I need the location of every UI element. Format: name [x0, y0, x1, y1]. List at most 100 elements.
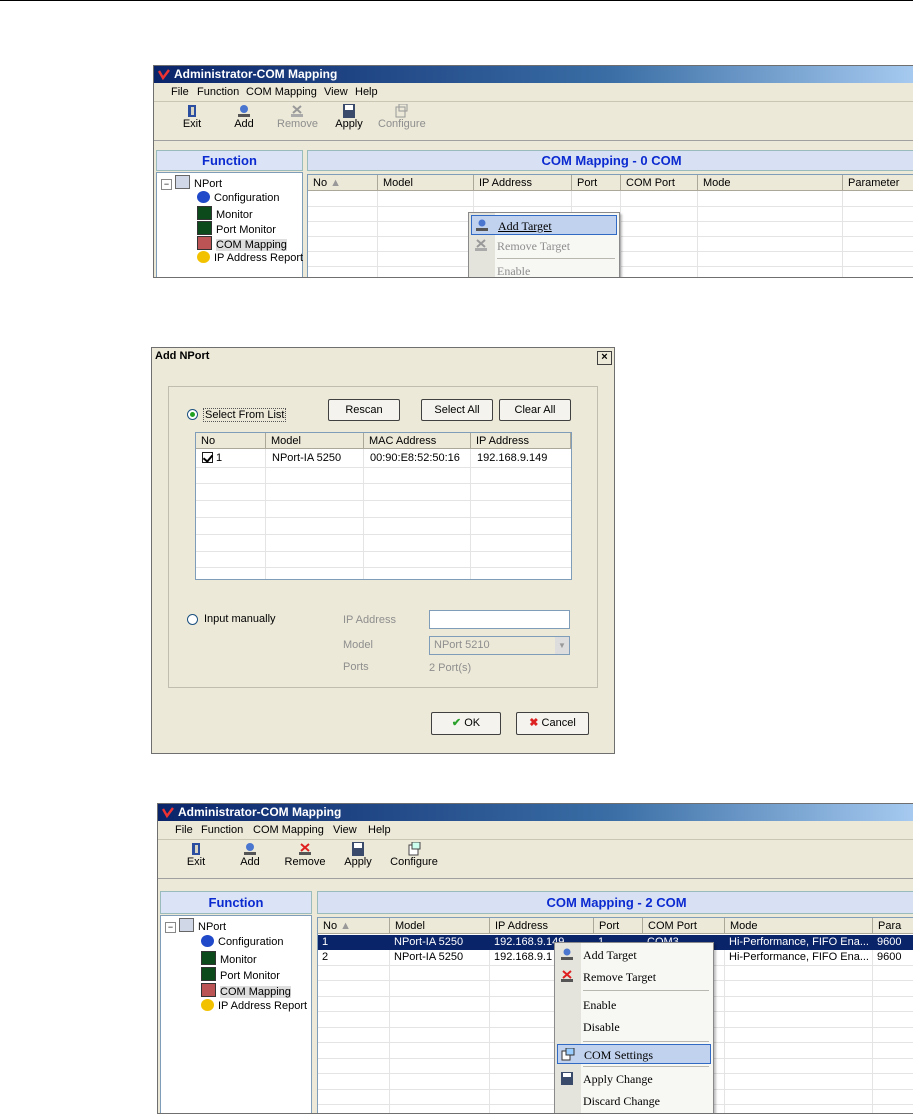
input-manually-radio[interactable]	[187, 614, 198, 625]
page-top-rule	[0, 0, 913, 1]
menu-view[interactable]: View	[324, 86, 348, 98]
column-header-model[interactable]: Model	[390, 918, 490, 934]
ok-button[interactable]: ✔ OK	[431, 712, 501, 735]
select-from-list-radio[interactable]	[187, 409, 198, 420]
input-manually-label[interactable]: Input manually	[204, 613, 276, 625]
tree-root-nport[interactable]: − NPort	[161, 175, 222, 190]
column-header-port[interactable]: Port	[572, 175, 621, 191]
tree-item-monitor[interactable]: Monitor	[201, 951, 257, 966]
remove-button[interactable]: Remove	[284, 842, 326, 868]
column-header-ip-address[interactable]: IP Address	[471, 433, 571, 449]
collapse-icon[interactable]: −	[165, 922, 176, 933]
context-com-settings[interactable]: COM Settings	[557, 1044, 711, 1064]
column-header-port[interactable]: Port	[594, 918, 643, 934]
menu-com-mapping[interactable]: COM Mapping	[253, 824, 324, 836]
row-model: NPort-IA 5250	[394, 936, 464, 948]
exit-button[interactable]: Exit	[184, 842, 208, 868]
save-disk-icon	[561, 1072, 573, 1085]
menu-bar: File Function COM Mapping View Help	[158, 821, 913, 840]
context-enable[interactable]: Enable	[557, 995, 711, 1015]
add-target-icon	[476, 219, 488, 231]
row-checkbox-cell[interactable]: 1	[198, 451, 266, 466]
function-tree: − NPort Configuration Monitor Port Monito…	[156, 172, 303, 277]
column-header-model[interactable]: Model	[266, 433, 364, 449]
column-header-com-port[interactable]: COM Port	[621, 175, 698, 191]
tree-item-ip-address-report[interactable]: IP Address Report	[197, 251, 303, 264]
row-mode: Hi-Performance, FIFO Ena...	[729, 951, 869, 963]
add-button[interactable]: Add	[232, 104, 256, 130]
column-header-mode[interactable]: Mode	[725, 918, 873, 934]
collapse-icon[interactable]: −	[161, 179, 172, 190]
row-checkbox[interactable]	[202, 452, 213, 463]
exit-button[interactable]: Exit	[180, 104, 204, 130]
select-from-list-label[interactable]: Select From List	[203, 408, 287, 422]
add-target-icon	[561, 948, 573, 960]
tree-item-monitor[interactable]: Monitor	[197, 206, 253, 221]
monitor-icon	[197, 206, 212, 220]
chevron-down-icon[interactable]: ▼	[555, 637, 569, 654]
tree-item-configuration[interactable]: Configuration	[197, 191, 279, 204]
tree-item-com-mapping[interactable]: COM Mapping	[201, 983, 291, 998]
tree-item-com-mapping[interactable]: COM Mapping	[197, 236, 287, 251]
add-button[interactable]: Add	[238, 842, 262, 868]
tree-item-ip-address-report[interactable]: IP Address Report	[201, 999, 307, 1012]
context-disable[interactable]: Disable	[557, 1017, 711, 1037]
column-header-ip-address[interactable]: IP Address	[490, 918, 594, 934]
tree-item-port-monitor[interactable]: Port Monitor	[201, 967, 280, 982]
apply-button[interactable]: Apply	[335, 104, 363, 130]
select-all-button[interactable]: Select All	[421, 399, 493, 421]
remove-target-icon	[291, 105, 303, 117]
model-select[interactable]: NPort 5210 ▼	[429, 636, 570, 655]
column-header-mac-address[interactable]: MAC Address	[364, 433, 471, 449]
menu-file[interactable]: File	[175, 824, 193, 836]
context-remove-target[interactable]: Remove Target	[471, 236, 617, 256]
tree-item-port-monitor[interactable]: Port Monitor	[197, 221, 276, 236]
menu-function[interactable]: Function	[201, 824, 243, 836]
column-header-model[interactable]: Model	[378, 175, 474, 191]
tree-root-nport[interactable]: − NPort	[165, 918, 226, 933]
model-label: Model	[343, 639, 373, 651]
cancel-button[interactable]: ✖ Cancel	[516, 712, 589, 735]
exit-icon	[192, 843, 200, 855]
ip-address-input[interactable]	[429, 610, 570, 629]
row-model-cell: NPort-IA 5250	[272, 452, 342, 464]
column-header-parameter[interactable]: Para	[873, 918, 913, 934]
add-target-icon	[244, 843, 256, 855]
context-enable[interactable]: Enable	[471, 261, 617, 277]
close-icon[interactable]: ×	[597, 351, 612, 365]
monitor-icon	[201, 951, 216, 965]
menu-help[interactable]: Help	[355, 86, 378, 98]
rescan-button[interactable]: Rescan	[328, 399, 400, 421]
configure-button[interactable]: Configure	[390, 842, 438, 868]
remove-button[interactable]: Remove	[277, 104, 318, 130]
menu-file[interactable]: File	[171, 86, 189, 98]
context-discard-change[interactable]: Discard Change	[557, 1091, 711, 1111]
column-header-ip-address[interactable]: IP Address	[474, 175, 572, 191]
row-no[interactable]: 2	[318, 950, 390, 965]
column-header-no[interactable]: No ▲	[318, 918, 390, 934]
context-add-target[interactable]: Add Target	[471, 215, 617, 235]
context-remove-target[interactable]: Remove Target	[557, 967, 711, 987]
context-add-target[interactable]: Add Target	[557, 945, 711, 965]
menu-function[interactable]: Function	[197, 86, 239, 98]
lightbulb-icon	[201, 999, 214, 1011]
apply-button[interactable]: Apply	[344, 842, 372, 868]
window-title: Administrator-COM Mapping	[174, 67, 338, 81]
column-header-com-port[interactable]: COM Port	[643, 918, 725, 934]
context-menu: Add Target Remove Target Enable Disable …	[554, 942, 714, 1113]
context-apply-change[interactable]: Apply Change	[557, 1069, 711, 1089]
menu-view[interactable]: View	[333, 824, 357, 836]
com-mapping-icon	[197, 236, 212, 250]
clear-all-button[interactable]: Clear All	[499, 399, 571, 421]
menu-help[interactable]: Help	[368, 824, 391, 836]
column-header-mode[interactable]: Mode	[698, 175, 843, 191]
info-icon	[201, 935, 214, 947]
column-header-no[interactable]: No ▲	[308, 175, 378, 191]
column-header-parameter[interactable]: Parameter	[843, 175, 913, 191]
menu-com-mapping[interactable]: COM Mapping	[246, 86, 317, 98]
configure-button[interactable]: Configure	[378, 104, 426, 130]
column-header-no[interactable]: No	[196, 433, 266, 449]
com-mapping-header: COM Mapping - 0 COM	[307, 150, 913, 171]
com-settings-icon	[561, 1048, 575, 1061]
tree-item-configuration[interactable]: Configuration	[201, 935, 283, 948]
